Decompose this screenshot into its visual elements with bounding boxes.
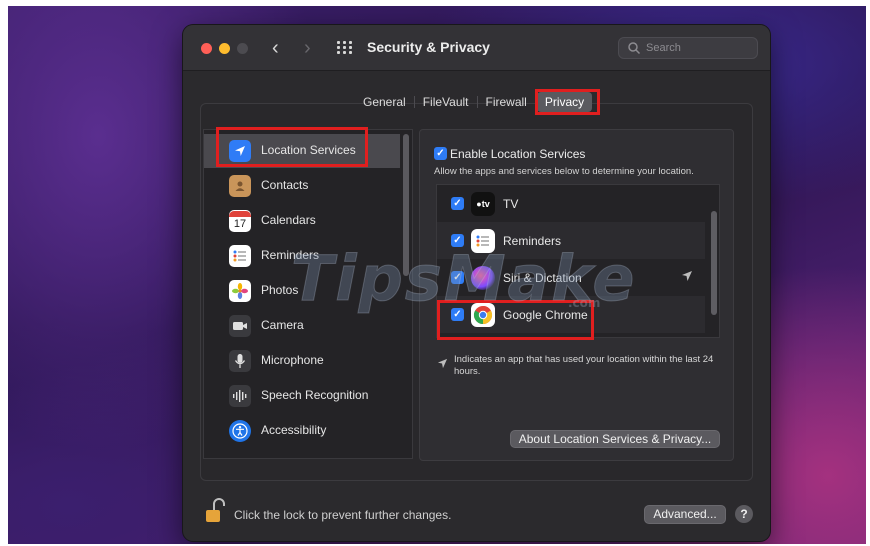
waveform-icon (229, 385, 251, 407)
recent-location-arrow-icon (682, 271, 692, 281)
about-location-privacy-button[interactable]: About Location Services & Privacy... (510, 430, 720, 448)
enable-location-label: Enable Location Services (450, 147, 586, 161)
app-checkbox[interactable]: ✓ (451, 197, 464, 210)
close-window-button[interactable] (201, 43, 212, 54)
calendar-day-number: 17 (233, 218, 247, 230)
app-name: TV (503, 197, 519, 211)
unlocked-padlock-icon[interactable] (205, 498, 225, 524)
lock-instruction-text: Click the lock to prevent further change… (234, 508, 452, 522)
camera-icon (229, 315, 251, 337)
tab-filevault[interactable]: FileVault (415, 92, 477, 112)
reminders-list-icon (229, 245, 251, 267)
contacts-book-icon (229, 175, 251, 197)
tab-firewall[interactable]: Firewall (478, 92, 535, 112)
allow-apps-description: Allow the apps and services below to det… (434, 166, 694, 177)
sidebar-item-speech-recognition[interactable]: Speech Recognition (204, 379, 400, 413)
search-field[interactable]: Search (618, 37, 758, 59)
tipsmake-watermark-suffix: .com (568, 296, 601, 310)
sidebar-item-label: Speech Recognition (261, 388, 369, 402)
privacy-tab-highlight (535, 89, 600, 115)
sidebar-item-calendars[interactable]: 17 Calendars (204, 204, 400, 238)
back-chevron-icon[interactable]: ‹ (272, 36, 279, 60)
location-arrow-legend-icon (437, 358, 448, 369)
sidebar-item-label: Microphone (261, 353, 324, 367)
sidebar-item-label: Contacts (261, 178, 309, 192)
enable-location-checkbox[interactable]: ✓ (434, 147, 447, 160)
help-button[interactable]: ? (735, 505, 753, 523)
apps-list-scrollbar[interactable] (711, 211, 717, 315)
show-all-grid-icon[interactable] (337, 41, 352, 55)
sidebar-item-label: Camera (261, 318, 304, 332)
sidebar-item-contacts[interactable]: Contacts (204, 169, 400, 203)
accessibility-icon (229, 420, 251, 442)
tab-general[interactable]: General (355, 92, 414, 112)
desktop-wallpaper: ‹ › Security & Privacy Search General Fi… (8, 6, 866, 544)
calendar-icon: 17 (229, 210, 251, 232)
title-bar: ‹ › Security & Privacy Search (183, 25, 770, 71)
microphone-icon (229, 350, 251, 372)
search-icon (628, 42, 641, 55)
zoom-window-button[interactable] (237, 43, 248, 54)
location-usage-note: Indicates an app that has used your loca… (454, 354, 714, 377)
window-title: Security & Privacy (367, 39, 490, 55)
apple-tv-icon: ● tv (471, 192, 495, 216)
location-services-highlight (216, 127, 368, 167)
sidebar-item-label: Calendars (261, 213, 316, 227)
tv-icon-glyph: tv (481, 199, 490, 209)
search-placeholder: Search (646, 42, 681, 54)
minimize-window-button[interactable] (219, 43, 230, 54)
advanced-button[interactable]: Advanced... (644, 505, 726, 524)
sidebar-item-label: Accessibility (261, 423, 327, 437)
forward-chevron-icon[interactable]: › (304, 36, 311, 60)
app-row-tv[interactable]: ✓ ● tv TV (437, 185, 705, 222)
sidebar-item-accessibility[interactable]: Accessibility (204, 414, 400, 448)
photos-flower-icon (229, 280, 251, 302)
sidebar-item-microphone[interactable]: Microphone (204, 344, 400, 378)
